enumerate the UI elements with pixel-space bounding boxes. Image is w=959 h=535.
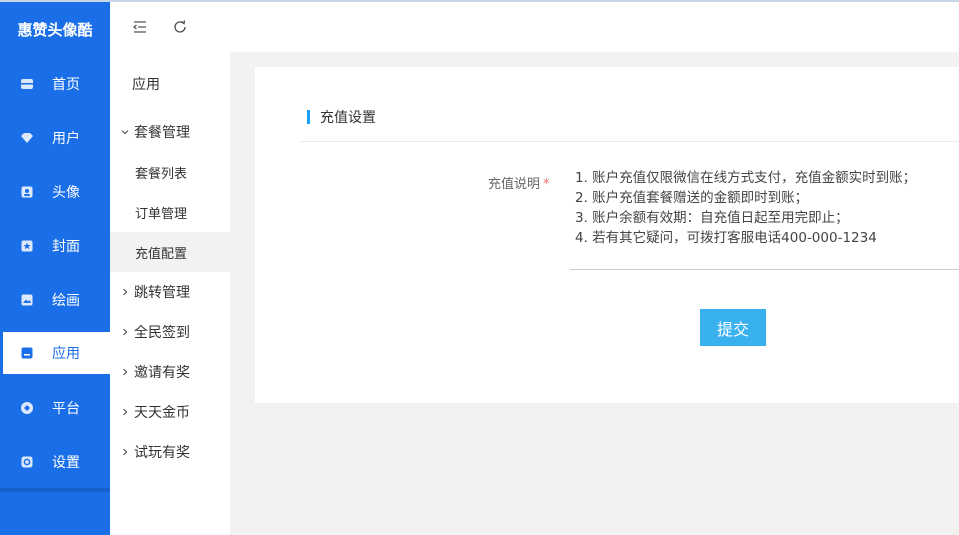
- avatar-icon: [20, 185, 34, 199]
- subnav-item-recharge-config[interactable]: 充值配置: [110, 232, 230, 272]
- nav-label: 应用: [52, 346, 80, 362]
- nav-label: 封面: [52, 239, 80, 255]
- subnav-group-label: 天天金币: [134, 405, 190, 421]
- nav-item-drawing[interactable]: 绘画: [3, 279, 110, 321]
- subnav-item-label: 套餐列表: [135, 166, 188, 182]
- nav-label: 平台: [52, 401, 80, 417]
- subnav-group-label: 跳转管理: [134, 285, 190, 301]
- subnav-group-label: 邀请有奖: [134, 365, 190, 381]
- nav-item-settings[interactable]: 设置: [3, 441, 110, 483]
- chevron-right-icon: [123, 328, 128, 336]
- nav-label: 首页: [52, 77, 80, 93]
- subnav-item-package-list[interactable]: 套餐列表: [110, 152, 230, 192]
- field-label: 充值说明 *: [488, 173, 550, 192]
- top-bar: [110, 0, 959, 52]
- nav-item-home[interactable]: 首页: [3, 63, 110, 105]
- nav-item-platform[interactable]: 平台: [3, 387, 110, 429]
- field-underline: [570, 269, 959, 270]
- nav-label: 绘画: [52, 293, 80, 309]
- subnav-item-orders[interactable]: 订单管理: [110, 192, 230, 232]
- nav-label: 头像: [52, 185, 80, 201]
- chevron-right-icon: [123, 368, 128, 376]
- subnav-item-label: 充值配置: [135, 246, 188, 262]
- app-logo: 惠赞头像酷: [17, 21, 93, 39]
- main-sidebar: 惠赞头像酷 首页 用户 头像 封面 绘画 应用 平台 设置: [0, 0, 110, 535]
- sidebar-divider: [0, 488, 110, 492]
- nav-label: 设置: [52, 455, 80, 471]
- recharge-description-textarea[interactable]: 1. 账户充值仅限微信在线方式支付，充值金额实时到账； 2. 账户充值套餐赠送的…: [575, 168, 955, 248]
- subnav-group-label: 试玩有奖: [134, 445, 190, 461]
- description-line: 2. 账户充值套餐赠送的金额即时到账；: [575, 190, 809, 206]
- star-icon: [20, 239, 34, 253]
- picture-icon: [20, 293, 34, 307]
- field-label-text: 充值说明: [488, 177, 541, 192]
- content-card: 充值设置 充值说明 * 1. 账户充值仅限微信在线方式支付，充值金额实时到账； 2…: [255, 67, 959, 403]
- subnav-group-redirect[interactable]: 跳转管理: [120, 282, 190, 302]
- chevron-right-icon: [123, 448, 128, 456]
- section-title-text: 充值设置: [320, 110, 376, 126]
- subnav-item-label: 订单管理: [135, 206, 188, 222]
- nav-label: 用户: [52, 131, 80, 147]
- title-accent-bar: [307, 110, 310, 124]
- chevron-right-icon: [123, 288, 128, 296]
- sub-sidebar-title: 应用: [132, 77, 160, 93]
- section-divider: [299, 141, 959, 142]
- description-line: 4. 若有其它疑问，可拨打客服电话400-000-1234: [575, 230, 877, 246]
- diamond-icon: [20, 131, 34, 145]
- submit-button[interactable]: 提交: [700, 309, 766, 346]
- platform-icon: [20, 401, 34, 415]
- nav-item-cover[interactable]: 封面: [3, 225, 110, 267]
- description-line: 1. 账户充值仅限微信在线方式支付，充值金额实时到账；: [575, 170, 917, 186]
- chevron-right-icon: [123, 408, 128, 416]
- subnav-group-trial[interactable]: 试玩有奖: [120, 442, 190, 462]
- subnav-group-label: 套餐管理: [134, 125, 190, 141]
- subnav-group-packages[interactable]: 套餐管理: [120, 122, 190, 142]
- settings-icon: [20, 455, 34, 469]
- top-divider: [0, 0, 110, 2]
- required-mark: *: [543, 177, 550, 192]
- subnav-group-coins[interactable]: 天天金币: [120, 402, 190, 422]
- chevron-down-icon: [121, 130, 129, 135]
- sub-sidebar: 应用 套餐管理 套餐列表 订单管理 充值配置 跳转管理 全民签到 邀请有奖 天天…: [110, 52, 230, 535]
- subnav-group-label: 全民签到: [134, 325, 190, 341]
- nav-item-users[interactable]: 用户: [3, 117, 110, 159]
- subnav-group-checkin[interactable]: 全民签到: [120, 322, 190, 342]
- home-icon: [20, 77, 34, 91]
- app-icon: [20, 346, 34, 360]
- nav-item-avatar[interactable]: 头像: [3, 171, 110, 213]
- collapse-menu-icon[interactable]: [131, 18, 149, 36]
- subnav-group-invite[interactable]: 邀请有奖: [120, 362, 190, 382]
- refresh-icon[interactable]: [171, 18, 189, 36]
- nav-item-apps[interactable]: 应用: [3, 332, 110, 374]
- description-line: 3. 账户余额有效期：自充值日起至用完即止；: [575, 210, 849, 226]
- section-title: 充值设置: [307, 108, 376, 126]
